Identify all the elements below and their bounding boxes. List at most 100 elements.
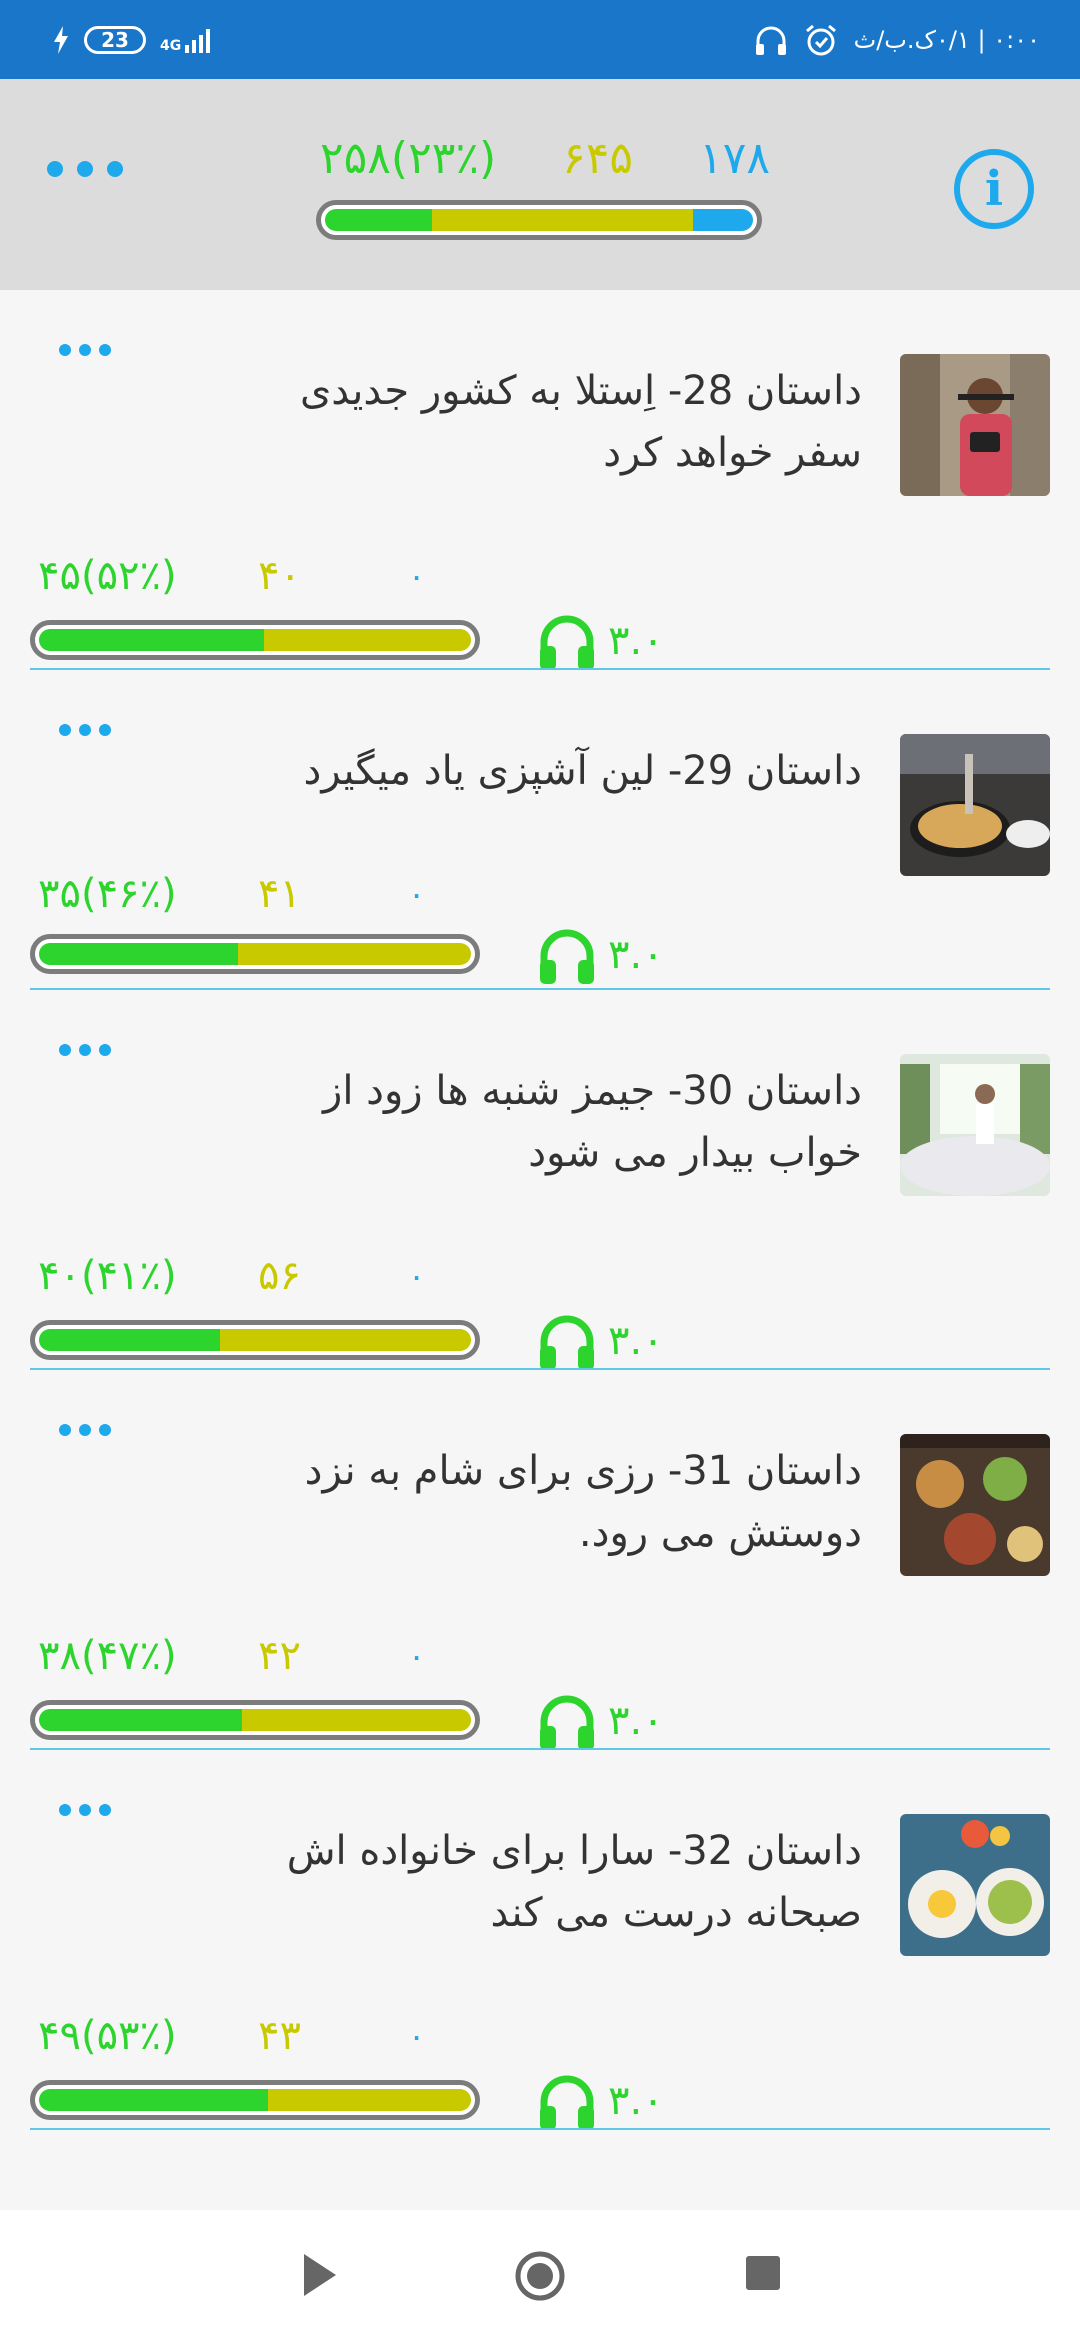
headphones-icon (540, 1695, 594, 1750)
story-new-count: ۰ (408, 557, 426, 595)
story-learning-count: ۵۶ (258, 1253, 301, 1299)
listen-button[interactable]: ۳.۰ (536, 1686, 686, 1756)
list-item[interactable]: داستان 29- لین آشپزی یاد میگیرد ۳۵(۴۶٪) … (0, 670, 1080, 990)
story-more-button[interactable] (50, 330, 120, 360)
list-item[interactable]: داستان 32- سارا برای خانواده اش صبحانه د… (0, 1750, 1080, 2130)
story-learning-count: ۴۰ (258, 553, 301, 599)
headphones-icon (540, 1315, 594, 1370)
listen-button[interactable]: ۳.۰ (536, 606, 686, 676)
more-dots-icon (59, 1044, 111, 1056)
network-type: 4G (160, 37, 182, 54)
story-more-button[interactable] (50, 1030, 120, 1060)
list-item[interactable]: داستان 30- جیمز شنبه ها زود از خواب بیدا… (0, 990, 1080, 1370)
listen-button[interactable]: ۳.۰ (536, 920, 686, 990)
status-bar: 23 4G ۰:۰۰ | ۰/۱ک.ب/ث (0, 0, 1080, 79)
story-thumbnail (900, 734, 1050, 876)
story-progress-learning (237, 943, 471, 965)
story-learning-count: ۴۲ (258, 1633, 301, 1679)
story-progress-known (39, 2089, 268, 2111)
listen-button[interactable]: ۳.۰ (536, 1306, 686, 1376)
list-item[interactable]: داستان 31- رزی برای شام به نزد دوستش می … (0, 1370, 1080, 1750)
nav-back-icon[interactable] (300, 2250, 340, 2300)
progress-learning-segment (432, 209, 693, 231)
nav-recents-icon[interactable] (746, 2256, 780, 2290)
signal-icon: 4G (160, 27, 215, 53)
story-progress-bar (30, 1320, 480, 1360)
story-thumbnail (900, 1814, 1050, 1956)
story-counts: ۴۰(۴۱٪) ۵۶ ۰ (38, 1246, 478, 1306)
story-title: داستان 29- لین آشپزی یاد میگیرد (303, 748, 862, 794)
story-rating: ۳.۰ (608, 1318, 664, 1364)
learning-count: ۶۴۵ (562, 132, 634, 184)
listen-button[interactable]: ۳.۰ (536, 2066, 686, 2136)
story-learning-count: ۴۱ (258, 871, 301, 917)
story-more-button[interactable] (50, 1410, 120, 1440)
system-nav-bar (0, 2210, 1080, 2340)
story-known-count: ۳۸(۴۷٪) (38, 1633, 177, 1679)
headphones-icon (540, 2075, 594, 2130)
story-title: داستان 28- اِستلا به کشور جدیدی سفر خواه… (299, 368, 862, 476)
story-more-button[interactable] (50, 710, 120, 740)
story-progress-known (39, 629, 264, 651)
story-counts: ۴۹(۵۳٪) ۴۳ ۰ (38, 2006, 478, 2066)
alarm-icon (805, 24, 836, 55)
story-thumbnail (900, 1434, 1050, 1576)
story-learning-count: ۴۳ (258, 2013, 301, 2059)
menu-more-button[interactable] (40, 149, 130, 189)
story-rating: ۳.۰ (608, 618, 664, 664)
story-rating: ۳.۰ (608, 1698, 664, 1744)
story-progress-learning (267, 2089, 471, 2111)
story-rating: ۳.۰ (608, 932, 664, 978)
story-thumbnail (900, 354, 1050, 496)
summary-counts: ۲۵۸(۲۳٪) ۶۴۵ ۱۷۸ (320, 123, 770, 193)
story-progress-bar (30, 2080, 480, 2120)
more-dots-icon (59, 724, 111, 736)
story-title: داستان 31- رزی برای شام به نزد دوستش می … (304, 1448, 862, 1556)
story-known-count: ۳۵(۴۶٪) (38, 871, 177, 917)
divider (30, 2128, 1050, 2130)
story-counts: ۳۸(۴۷٪) ۴۲ ۰ (38, 1626, 478, 1686)
headphones-icon (540, 929, 594, 984)
story-known-count: ۴۰(۴۱٪) (38, 1253, 177, 1299)
status-time: ۰:۰۰ | ۰/۱ک.ب/ث (853, 25, 1040, 54)
story-progress-learning (263, 629, 471, 651)
headphones-icon (540, 615, 594, 670)
summary-header: ۲۵۸(۲۳٪) ۶۴۵ ۱۷۸ i (0, 79, 1080, 290)
story-rating: ۳.۰ (608, 2078, 664, 2124)
more-dots-icon (59, 1804, 111, 1816)
story-thumbnail (900, 1054, 1050, 1196)
headphones-status-icon (755, 26, 786, 55)
story-progress-bar (30, 620, 480, 660)
story-progress-known (39, 1329, 221, 1351)
nav-home-icon[interactable] (514, 2250, 566, 2302)
story-known-count: ۴۹(۵۳٪) (38, 2013, 177, 2059)
story-new-count: ۰ (408, 1257, 426, 1295)
story-counts: ۳۵(۴۶٪) ۴۱ ۰ (38, 864, 478, 924)
story-progress-known (39, 1709, 243, 1731)
known-count: ۲۵۸(۲۳٪) (320, 132, 497, 184)
battery-level: 23 (101, 27, 129, 52)
more-dots-icon (59, 344, 111, 356)
more-dots-icon (47, 161, 123, 177)
story-progress-learning (220, 1329, 471, 1351)
progress-new-segment (692, 209, 753, 231)
story-title: داستان 32- سارا برای خانواده اش صبحانه د… (286, 1828, 862, 1936)
story-title: داستان 30- جیمز شنبه ها زود از خواب بیدا… (323, 1068, 862, 1176)
more-dots-icon (59, 1424, 111, 1436)
story-more-button[interactable] (50, 1790, 120, 1820)
story-new-count: ۰ (408, 875, 426, 913)
overall-progress-bar (316, 200, 762, 240)
new-count: ۱۷۸ (699, 132, 770, 184)
info-button[interactable]: i (954, 149, 1034, 229)
story-new-count: ۰ (408, 1637, 426, 1675)
battery-indicator: 23 (84, 25, 146, 54)
list-item[interactable]: داستان 28- اِستلا به کشور جدیدی سفر خواه… (0, 290, 1080, 670)
story-progress-bar (30, 934, 480, 974)
charging-icon (54, 25, 68, 54)
info-icon: i (984, 161, 1004, 217)
progress-known-segment (325, 209, 432, 231)
story-counts: ۴۵(۵۲٪) ۴۰ ۰ (38, 546, 478, 606)
story-known-count: ۴۵(۵۲٪) (38, 553, 177, 599)
story-progress-bar (30, 1700, 480, 1740)
story-progress-known (39, 943, 238, 965)
